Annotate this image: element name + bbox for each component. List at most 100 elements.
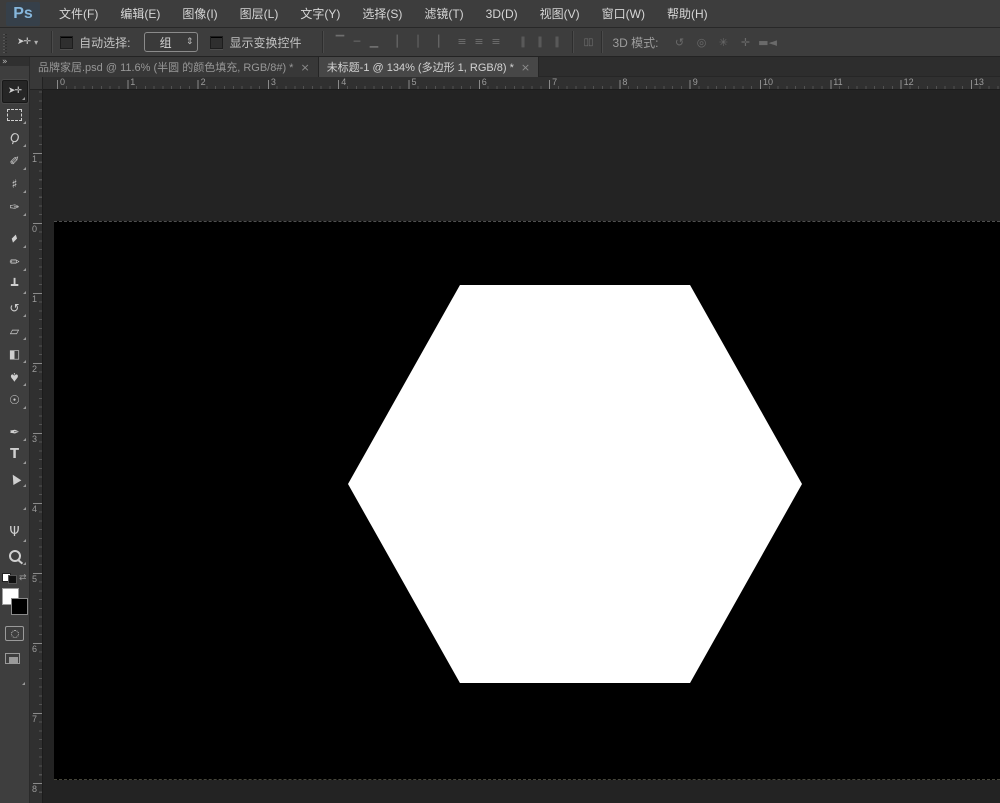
tool-shape-polygon[interactable]	[2, 489, 28, 512]
menu-item[interactable]: 编辑(E)	[109, 0, 171, 28]
marquee-icon	[7, 109, 22, 121]
align-icon[interactable]: │	[409, 32, 426, 52]
menu-item[interactable]: 图像(I)	[171, 0, 228, 28]
3d-mode-icon[interactable]: ✳	[713, 36, 735, 49]
tool-type[interactable]: T	[2, 443, 28, 466]
polygon-shape[interactable]	[348, 285, 802, 683]
align-icon[interactable]: ▏	[392, 32, 409, 52]
document-canvas[interactable]	[54, 221, 1000, 780]
menu-item[interactable]: 文字(Y)	[289, 0, 351, 28]
ruler-label: 12	[904, 77, 914, 87]
auto-select-label: 自动选择:	[79, 34, 130, 51]
screen-mode-button[interactable]	[5, 653, 20, 664]
healing-brush-icon: ▰	[8, 232, 21, 245]
distribute-icon[interactable]: ▯▯	[583, 37, 592, 48]
panel-grip-handle[interactable]	[2, 32, 9, 53]
align-icon[interactable]: ▕	[426, 32, 443, 52]
menu-item[interactable]: 滤镜(T)	[413, 0, 474, 28]
menu-item[interactable]: 选择(S)	[351, 0, 413, 28]
ruler-label: 2	[201, 77, 206, 87]
align-icon[interactable]: ─	[348, 32, 365, 52]
3d-mode-icon[interactable]: ✛	[735, 36, 757, 49]
document-tab[interactable]: 品牌家居.psd @ 11.6% (半圆 的颜色填充, RGB/8#) *×	[30, 57, 319, 77]
menu-item[interactable]: 视图(V)	[529, 0, 591, 28]
ruler-label: 11	[833, 77, 842, 87]
swap-colors-icon[interactable]: ⇄	[19, 573, 27, 583]
tool-eyedropper[interactable]: ✑	[2, 195, 28, 218]
auto-select-target-dropdown[interactable]: 组 ⇕	[144, 32, 198, 52]
ruler-label: 0	[60, 77, 65, 87]
quick-mask-button[interactable]	[5, 626, 24, 641]
ruler-label: 8	[32, 784, 37, 794]
ruler-label: 5	[32, 574, 37, 584]
mini-background-swatch	[8, 575, 17, 584]
tool-eraser[interactable]: ▱	[2, 319, 28, 342]
tool-brush[interactable]: ✏	[2, 250, 28, 273]
show-transform-label: 显示变换控件	[229, 34, 301, 51]
eraser-icon: ▱	[10, 325, 19, 337]
show-transform-toggle[interactable]: 显示变换控件	[210, 34, 309, 51]
align-icon[interactable]: ≡	[487, 32, 504, 52]
ruler-label: 7	[32, 714, 37, 724]
tool-pen[interactable]: ✒	[2, 420, 28, 443]
align-icon[interactable]: ∥	[548, 32, 565, 52]
tool-marquee[interactable]	[2, 103, 28, 126]
canvas-viewport[interactable]	[43, 90, 1000, 803]
ruler-label: 13	[974, 77, 984, 87]
menu-item[interactable]: 文件(F)	[48, 0, 109, 28]
tool-preset-picker[interactable]: ➤✛ ▾	[17, 38, 38, 47]
document-tab-active[interactable]: 未标题-1 @ 134% (多边形 1, RGB/8) *×	[319, 57, 539, 77]
show-transform-checkbox[interactable]	[210, 36, 223, 49]
align-icon[interactable]: ≡	[453, 32, 470, 52]
tool-dodge[interactable]: ☉	[2, 388, 28, 411]
align-icon[interactable]: ▔	[331, 32, 348, 52]
close-icon[interactable]: ×	[521, 61, 530, 74]
screen-mode-flyout-icon	[22, 682, 25, 685]
menu-item[interactable]: 图层(L)	[229, 0, 290, 28]
ruler-corner[interactable]	[30, 77, 43, 90]
tool-path-select[interactable]: ▲	[2, 466, 28, 489]
align-icon[interactable]: ▁	[365, 32, 382, 52]
menu-item[interactable]: 帮助(H)	[656, 0, 719, 28]
tool-quick-select[interactable]: ✐	[2, 149, 28, 172]
3d-mode-icon[interactable]: ▬◄	[757, 36, 779, 49]
gradient-icon: ◧	[9, 348, 20, 360]
horizontal-ruler[interactable]: 012345678910111213	[43, 77, 1000, 90]
history-brush-icon: ↺	[9, 302, 19, 314]
separator	[322, 31, 324, 53]
stepper-icon: ⇕	[186, 37, 194, 47]
tool-healing-brush[interactable]: ▰	[2, 227, 28, 250]
ruler-label: 9	[693, 77, 698, 87]
align-icon[interactable]: ∥	[514, 32, 531, 52]
clone-stamp-icon: ┻	[11, 279, 18, 291]
align-icon[interactable]: ∥	[531, 32, 548, 52]
auto-select-checkbox[interactable]	[60, 36, 73, 49]
tool-lasso[interactable]: Ϙ	[2, 126, 28, 149]
tool-move[interactable]: ➤✛	[2, 80, 28, 103]
3d-mode-icon[interactable]: ◎	[691, 36, 713, 49]
tool-blur[interactable]: ♠	[2, 365, 28, 388]
ruler-label: 5	[412, 77, 417, 87]
default-swap-colors[interactable]: ⇄	[2, 571, 29, 584]
document-tab-bar: 品牌家居.psd @ 11.6% (半圆 的颜色填充, RGB/8#) *×未标…	[30, 57, 1000, 77]
tool-crop[interactable]: ♯	[2, 172, 28, 195]
tool-clone-stamp[interactable]: ┻	[2, 273, 28, 296]
lasso-icon: Ϙ	[8, 130, 21, 145]
align-icon[interactable]: ≡	[470, 32, 487, 52]
tool-gradient[interactable]: ◧	[2, 342, 28, 365]
document-area: 品牌家居.psd @ 11.6% (半圆 的颜色填充, RGB/8#) *×未标…	[30, 57, 1000, 803]
ruler-label: 1	[32, 294, 37, 304]
tools-list: ➤✛ Ϙ ✐♯✑ ▰ ✏ ┻ ↺ ▱ ◧ ♠☉ ✒T▲ Ψ	[0, 80, 29, 567]
tool-history-brush[interactable]: ↺	[2, 296, 28, 319]
auto-select-toggle[interactable]: 自动选择:	[60, 34, 138, 51]
background-color-swatch[interactable]	[11, 598, 28, 615]
tools-panel-collapse[interactable]: »	[0, 57, 29, 66]
menu-item[interactable]: 3D(D)	[475, 0, 529, 28]
vertical-ruler[interactable]: 1012345678	[30, 90, 43, 803]
menu-item[interactable]: 窗口(W)	[591, 0, 656, 28]
tool-hand[interactable]: Ψ	[2, 521, 28, 544]
tool-zoom[interactable]	[2, 544, 28, 567]
workspace: » ➤✛ Ϙ ✐♯✑ ▰ ✏ ┻ ↺ ▱ ◧ ♠☉ ✒T▲ Ψ ⇄ 品牌家居.psd @ 11.6% …	[0, 57, 1000, 803]
3d-mode-icon[interactable]: ↺	[669, 36, 691, 49]
close-icon[interactable]: ×	[300, 61, 309, 74]
